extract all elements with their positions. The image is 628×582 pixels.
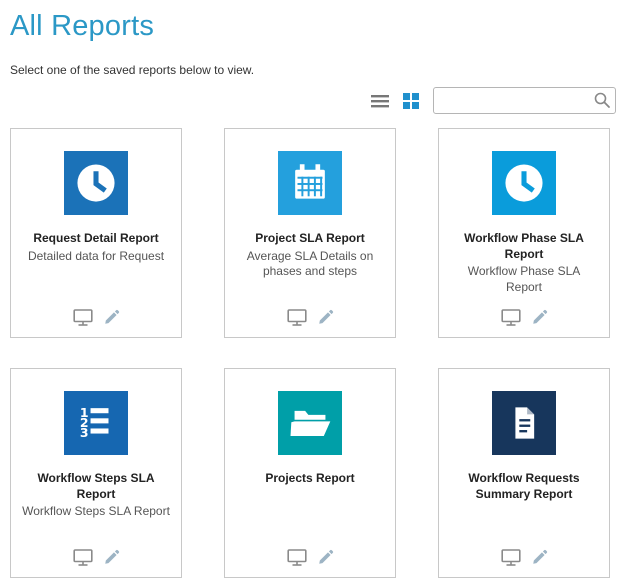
card-subtitle: Detailed data for Request: [21, 249, 171, 265]
page-title: All Reports: [10, 10, 618, 43]
card-subtitle: Average SLA Details on phases and steps: [235, 249, 385, 280]
card-title: Request Detail Report: [21, 231, 171, 247]
pencil-icon[interactable]: [317, 309, 334, 326]
card-title: Workflow Requests Summary Report: [449, 471, 599, 502]
card-actions: [225, 308, 395, 327]
pencil-icon[interactable]: [531, 309, 548, 326]
report-card[interactable]: Projects Report: [224, 368, 396, 578]
report-card[interactable]: 1 2 3 Workflow Steps SLA Report Workflow…: [10, 368, 182, 578]
report-card[interactable]: Workflow Requests Summary Report: [438, 368, 610, 578]
card-title: Projects Report: [235, 471, 385, 487]
search-box: [433, 87, 616, 114]
card-title: Workflow Phase SLA Report: [449, 231, 599, 262]
document-icon: [492, 391, 556, 455]
pencil-icon[interactable]: [103, 549, 120, 566]
report-card[interactable]: Request Detail Report Detailed data for …: [10, 128, 182, 338]
svg-text:3: 3: [80, 425, 89, 440]
report-grid: Request Detail Report Detailed data for …: [10, 128, 618, 578]
folder-icon: [278, 391, 342, 455]
monitor-icon[interactable]: [287, 548, 307, 567]
pencil-icon[interactable]: [317, 549, 334, 566]
monitor-icon[interactable]: [501, 548, 521, 567]
card-actions: [11, 308, 181, 327]
card-subtitle: Workflow Phase SLA Report: [449, 264, 599, 295]
monitor-icon[interactable]: [73, 308, 93, 327]
search-icon[interactable]: [593, 91, 611, 109]
toolbar: [10, 87, 616, 114]
monitor-icon[interactable]: [501, 308, 521, 327]
all-reports-page: All Reports Select one of the saved repo…: [0, 0, 628, 578]
card-title: Project SLA Report: [235, 231, 385, 247]
card-actions: [11, 548, 181, 567]
card-actions: [225, 548, 395, 567]
card-subtitle: Workflow Steps SLA Report: [21, 504, 171, 520]
calendar-icon: [278, 151, 342, 215]
grid-view-icon[interactable]: [401, 91, 421, 111]
card-title: Workflow Steps SLA Report: [21, 471, 171, 502]
report-card[interactable]: Workflow Phase SLA Report Workflow Phase…: [438, 128, 610, 338]
pencil-icon[interactable]: [531, 549, 548, 566]
card-actions: [439, 548, 609, 567]
clock-icon: [492, 151, 556, 215]
list-view-icon[interactable]: [369, 92, 391, 110]
monitor-icon[interactable]: [287, 308, 307, 327]
card-actions: [439, 308, 609, 327]
clock-icon: [64, 151, 128, 215]
page-subtitle: Select one of the saved reports below to…: [10, 63, 618, 77]
numbered-list-icon: 1 2 3: [64, 391, 128, 455]
report-card[interactable]: Project SLA Report Average SLA Details o…: [224, 128, 396, 338]
view-toggle: [369, 91, 421, 111]
pencil-icon[interactable]: [103, 309, 120, 326]
search-input[interactable]: [433, 87, 616, 114]
monitor-icon[interactable]: [73, 548, 93, 567]
